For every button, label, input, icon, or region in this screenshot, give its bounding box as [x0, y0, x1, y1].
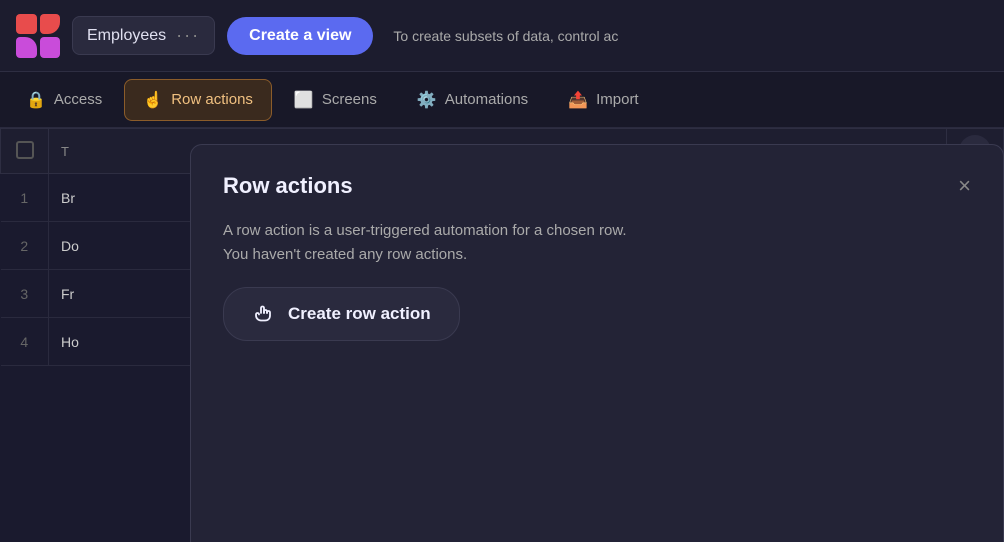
modal-overlay: Row actions × A row action is a user-tri…	[190, 128, 1004, 542]
tab-screens-label: Screens	[322, 91, 377, 108]
tab-row-actions[interactable]: ☝️ Row actions	[124, 79, 272, 121]
more-options-icon[interactable]: ···	[176, 25, 200, 46]
import-icon: 📤	[568, 90, 588, 110]
node-icon: ⚙️	[417, 90, 437, 110]
hand-tab-icon: ☝️	[143, 90, 163, 110]
screen-icon: ⬜	[294, 90, 314, 110]
tab-row-actions-label: Row actions	[171, 91, 253, 108]
app-logo	[16, 14, 60, 58]
logo-sq2	[40, 14, 61, 35]
tab-screens[interactable]: ⬜ Screens	[276, 80, 395, 120]
row-number: 4	[1, 318, 49, 366]
create-action-hand-icon	[252, 302, 276, 326]
modal-title: Row actions	[223, 173, 353, 199]
lock-icon: 🔒	[26, 90, 46, 110]
employees-label: Employees	[87, 27, 166, 45]
col-checkbox[interactable]	[1, 129, 49, 174]
tab-access-label: Access	[54, 91, 102, 108]
employees-pill[interactable]: Employees ···	[72, 16, 215, 55]
top-bar: Employees ··· Create a view To create su…	[0, 0, 1004, 72]
tab-access[interactable]: 🔒 Access	[8, 80, 120, 120]
row-actions-modal: Row actions × A row action is a user-tri…	[190, 144, 1004, 542]
modal-description: A row action is a user-triggered automat…	[223, 219, 971, 267]
modal-header: Row actions ×	[223, 173, 971, 199]
create-view-button[interactable]: Create a view	[227, 17, 373, 55]
table-area: T + 1 Br 2 Do 3 Fr 4 Ho	[0, 128, 1004, 542]
logo-sq4	[40, 37, 61, 58]
modal-close-button[interactable]: ×	[958, 175, 971, 197]
nav-tabs: 🔒 Access ☝️ Row actions ⬜ Screens ⚙️ Aut…	[0, 72, 1004, 128]
tab-import[interactable]: 📤 Import	[550, 80, 656, 120]
top-description: To create subsets of data, control ac	[393, 28, 618, 44]
row-number: 1	[1, 174, 49, 222]
logo-sq1	[16, 14, 37, 35]
tab-automations[interactable]: ⚙️ Automations	[399, 80, 546, 120]
logo-sq3	[16, 37, 37, 58]
row-number: 3	[1, 270, 49, 318]
tab-import-label: Import	[596, 91, 639, 108]
create-row-action-button[interactable]: Create row action	[223, 287, 460, 341]
row-number: 2	[1, 222, 49, 270]
tab-automations-label: Automations	[445, 91, 528, 108]
create-row-action-label: Create row action	[288, 304, 431, 324]
header-checkbox[interactable]	[16, 141, 34, 159]
